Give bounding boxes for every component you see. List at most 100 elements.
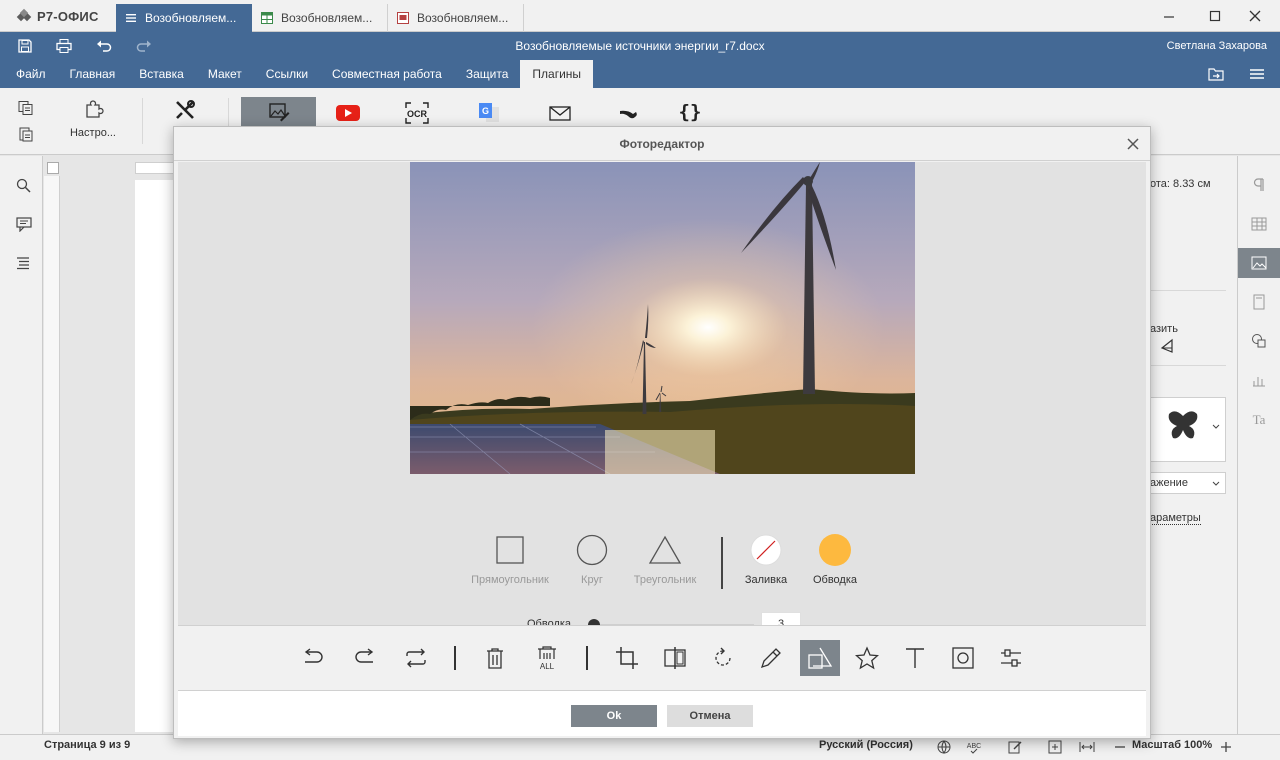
pencil-icon	[760, 648, 781, 669]
wrap-select-value: ажение	[1150, 477, 1188, 489]
filter-button[interactable]	[992, 640, 1030, 676]
search-icon[interactable]	[15, 177, 33, 193]
shape-button[interactable]	[800, 640, 840, 676]
paragraph-icon	[1253, 178, 1264, 191]
trash-icon	[487, 648, 503, 669]
paste-icon[interactable]	[17, 126, 35, 142]
logo-text: Р7-ОФИС	[37, 9, 99, 24]
icon-button[interactable]	[848, 640, 886, 676]
menu-protection[interactable]: Защита	[454, 60, 521, 88]
hamburger-menu-icon[interactable]	[1248, 66, 1266, 82]
chevron-down-icon	[1212, 481, 1220, 486]
triangle-icon	[648, 535, 682, 564]
dialog-footer: Ok Отмена	[178, 690, 1146, 736]
star-icon	[855, 646, 879, 670]
fit-label: азить	[1150, 323, 1178, 335]
wrap-style-picker[interactable]	[1150, 397, 1226, 462]
stroke-color-picker[interactable]: Обводка	[787, 534, 883, 586]
undo-icon	[304, 648, 323, 663]
shapes-icon	[808, 647, 833, 669]
chart-settings-button[interactable]	[1238, 365, 1280, 395]
track-changes-icon[interactable]	[1007, 739, 1023, 755]
text-button[interactable]	[896, 640, 934, 676]
menu-file[interactable]: Файл	[4, 60, 58, 88]
youtube-icon	[336, 105, 360, 121]
app-header: Возобновляемые источники энергии_r7.docx…	[0, 32, 1280, 88]
user-name[interactable]: Светлана Захарова	[1167, 40, 1267, 52]
tab-presentation[interactable]: Возобновляем...	[388, 4, 524, 32]
page-counter[interactable]: Страница 9 из 9	[44, 739, 130, 751]
menu-collaboration[interactable]: Совместная работа	[320, 60, 454, 88]
wrap-select[interactable]: ажение	[1142, 472, 1226, 494]
flip-icon[interactable]	[1160, 338, 1174, 354]
maximize-icon[interactable]	[1207, 8, 1223, 24]
toolbar-divider	[142, 98, 143, 144]
vertical-ruler	[44, 176, 60, 732]
globe-icon[interactable]	[936, 739, 952, 755]
zoom-level[interactable]: Масштаб 100%	[1132, 739, 1212, 751]
navigation-icon[interactable]	[15, 255, 33, 271]
spreadsheet-icon	[261, 12, 273, 24]
tab-document-label: Возобновляем...	[145, 11, 237, 25]
plugin-settings-button[interactable]: Настро...	[63, 98, 123, 146]
spellcheck-icon[interactable]: ABC	[966, 739, 982, 755]
ruler-corner[interactable]	[47, 162, 59, 174]
image-settings-button[interactable]	[1238, 248, 1280, 278]
fit-width-icon[interactable]	[1079, 739, 1095, 755]
mask-button[interactable]	[944, 640, 982, 676]
close-window-icon[interactable]	[1247, 8, 1263, 24]
photo-editor-dialog: Фоторедактор Прямоугольник Круг Треуголь…	[173, 126, 1151, 739]
delete-all-button[interactable]: ALL	[528, 640, 566, 676]
language-selector[interactable]: Русский (Россия)	[819, 739, 913, 751]
crop-button[interactable]	[608, 640, 646, 676]
zoom-in-icon[interactable]	[1218, 739, 1234, 755]
shape-settings-button[interactable]	[1238, 326, 1280, 356]
delete-button[interactable]	[476, 640, 514, 676]
paragraph-settings-button[interactable]	[1238, 170, 1280, 200]
reset-button[interactable]	[397, 640, 435, 676]
menu-home[interactable]: Главная	[58, 60, 128, 88]
draw-button[interactable]	[752, 640, 790, 676]
triangle-tool[interactable]: Треугольник	[617, 535, 713, 586]
undo-button[interactable]	[294, 640, 332, 676]
chart-icon	[1253, 377, 1265, 387]
right-settings-strip: Ta	[1237, 156, 1280, 734]
table-settings-button[interactable]	[1238, 209, 1280, 239]
redo-button[interactable]	[346, 640, 384, 676]
photo-editor-plugin-button[interactable]	[241, 97, 316, 127]
header-footer-settings-button[interactable]	[1238, 287, 1280, 317]
flip-button[interactable]	[656, 640, 694, 676]
advanced-settings-link[interactable]: араметры	[1150, 512, 1201, 525]
text-art-icon: Ta	[1253, 412, 1266, 427]
plugin-settings-label: Настро...	[69, 127, 116, 139]
tab-document[interactable]: Возобновляем...	[116, 4, 252, 32]
minimize-icon[interactable]	[1161, 8, 1177, 24]
rotate-button[interactable]	[704, 640, 742, 676]
text-icon	[906, 648, 924, 668]
copy-icon[interactable]	[17, 100, 35, 116]
open-location-icon[interactable]	[1207, 66, 1225, 82]
title-tab-strip: Р7-ОФИС Возобновляем... Возобновляем... …	[0, 0, 1280, 32]
sliders-icon	[1001, 649, 1021, 667]
menu-insert[interactable]: Вставка	[127, 60, 196, 88]
menu-references[interactable]: Ссылки	[254, 60, 320, 88]
chevron-down-icon	[1212, 424, 1220, 429]
trash-all-icon: ALL	[538, 646, 556, 671]
comments-icon[interactable]	[15, 216, 33, 232]
menu-plugins[interactable]: Плагины	[520, 60, 594, 88]
wind-turbines-photo[interactable]	[410, 162, 915, 474]
tab-spreadsheet[interactable]: Возобновляем...	[252, 4, 388, 32]
app-logo: Р7-ОФИС	[16, 8, 99, 24]
fit-page-icon[interactable]	[1047, 739, 1063, 755]
zoom-out-icon[interactable]	[1112, 739, 1128, 755]
text-art-settings-button[interactable]: Ta	[1238, 404, 1280, 434]
cancel-button[interactable]: Отмена	[667, 705, 753, 727]
editor-tools-bar: ALL	[178, 625, 1146, 689]
menu-layout[interactable]: Макет	[196, 60, 254, 88]
close-icon[interactable]	[1126, 137, 1140, 151]
ok-button[interactable]: Ok	[571, 705, 657, 727]
panel-divider	[1150, 290, 1226, 291]
flip-icon	[664, 647, 686, 669]
stroke-label: Обводка	[812, 574, 858, 586]
dialog-title: Фоторедактор	[174, 127, 1150, 161]
